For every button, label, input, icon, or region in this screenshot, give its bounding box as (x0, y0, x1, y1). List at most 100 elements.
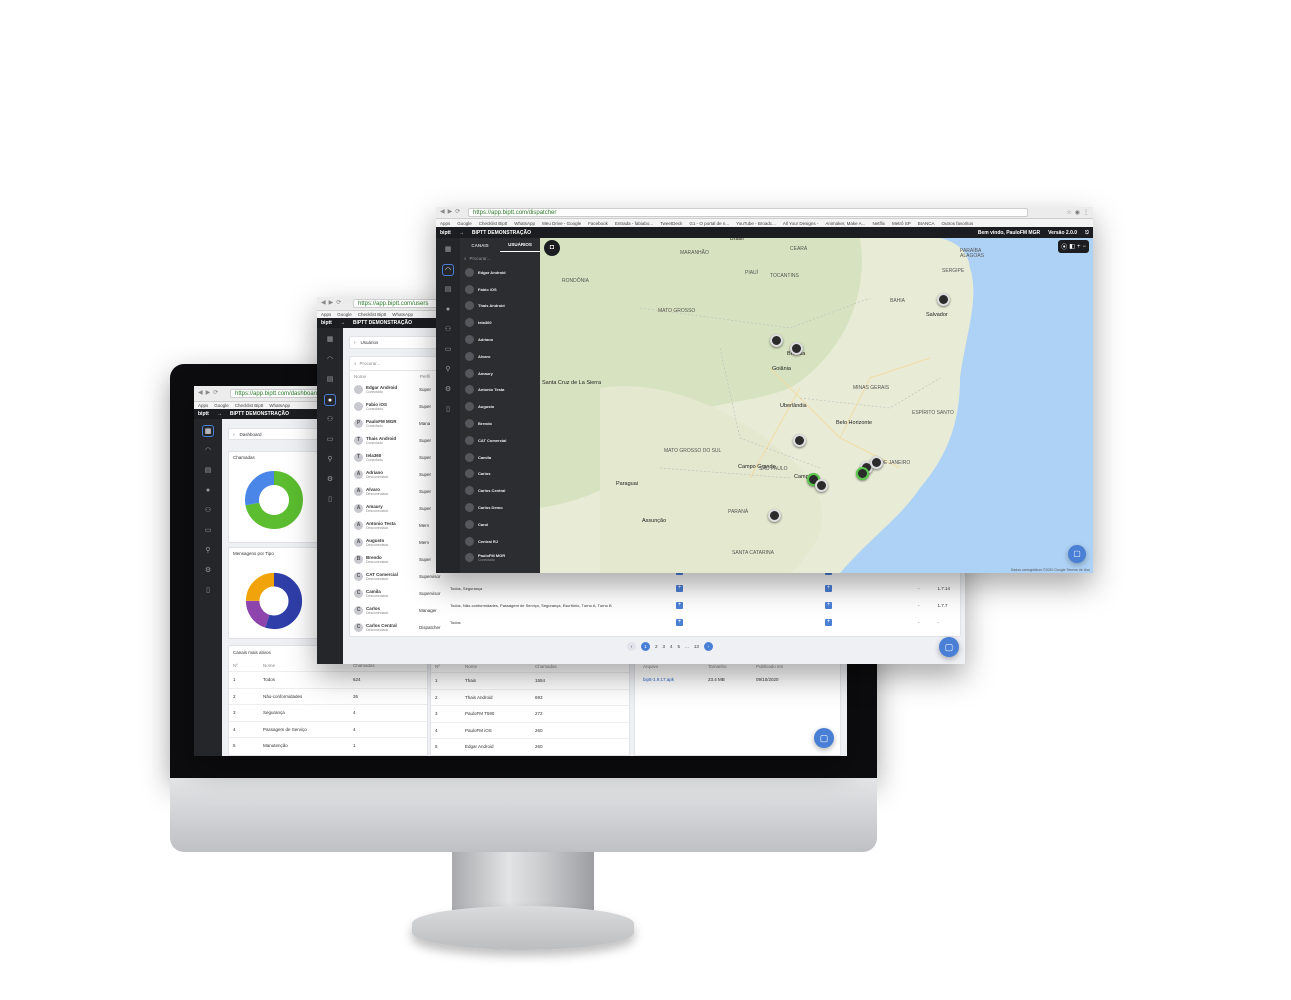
back-icon[interactable]: ◀ (321, 299, 326, 306)
user-icon[interactable]: ● (442, 304, 454, 316)
map-icon[interactable]: ▤ (324, 374, 336, 386)
map-icon[interactable]: ▤ (442, 284, 454, 296)
add-group-icon[interactable]: + (825, 602, 832, 609)
bookmark[interactable]: Netflix (872, 221, 885, 226)
bookmark[interactable]: TweetDeck (660, 221, 682, 226)
file-icon[interactable]: ▯ (202, 585, 214, 597)
page-number[interactable]: ... (685, 644, 689, 649)
bookmark[interactable]: Meu Drive - Google (542, 221, 581, 226)
gear-icon[interactable]: ⚙ (324, 474, 336, 486)
group-icon[interactable]: ⚇ (442, 324, 454, 336)
bookmark[interactable]: Checklist Biptt (358, 312, 387, 317)
bookmark[interactable]: WhatsApp (514, 221, 535, 226)
tab-channels[interactable]: CANAIS (460, 243, 500, 248)
add-channel-icon[interactable]: + (676, 585, 683, 592)
dispatcher-user[interactable]: Antonio Testa (460, 382, 540, 399)
gear-icon[interactable]: ⚙ (442, 384, 454, 396)
page-number[interactable]: 5 (678, 644, 681, 649)
map-pin-icon[interactable] (770, 334, 783, 347)
next-page-icon[interactable]: › (703, 642, 713, 651)
bookmark[interactable]: G1 - O portal de n... (689, 221, 729, 226)
dashboard-icon[interactable]: ▦ (202, 425, 214, 437)
reload-icon[interactable]: ⟳ (455, 208, 460, 215)
location-icon[interactable]: ⚲ (202, 545, 214, 557)
page-number[interactable]: 13 (694, 644, 699, 649)
page-number[interactable]: 3 (663, 644, 666, 649)
logout-icon[interactable]: ⎋ (1085, 230, 1089, 236)
page-number[interactable]: 4 (670, 644, 673, 649)
chat-bubble-icon[interactable]: ◘ (544, 240, 560, 256)
map-pin-icon[interactable] (856, 467, 869, 480)
dispatcher-user[interactable]: Carlos Central (460, 482, 540, 499)
gear-icon[interactable]: ⚙ (202, 565, 214, 577)
dispatcher-user[interactable]: Carlos Demo (460, 499, 540, 516)
page-number[interactable]: 1 (641, 642, 650, 651)
search-input[interactable]: Procurar... (360, 361, 381, 366)
tab-users[interactable]: USUÁRIOS (500, 239, 540, 252)
prev-page-icon[interactable]: ‹ (627, 642, 636, 651)
address-bar[interactable]: https://app.biptt.com/dispatcher (468, 208, 1028, 217)
bookmark[interactable]: Apps (198, 403, 208, 408)
add-group-icon[interactable]: + (825, 619, 832, 626)
group-icon[interactable]: ⚇ (202, 505, 214, 517)
zoom-out-icon[interactable]: − (1082, 244, 1086, 250)
bookmark[interactable]: Apps (321, 312, 331, 317)
layers-icon[interactable]: ◧ (1069, 243, 1075, 250)
card-icon[interactable]: ▭ (202, 525, 214, 537)
file-link[interactable]: biptt-1.9.17.apk (643, 677, 708, 682)
headset-icon[interactable]: ◠ (324, 354, 336, 366)
bookmark[interactable]: YouTube - Broadc... (736, 221, 776, 226)
bookmark[interactable]: Apps (440, 221, 450, 226)
bookmark[interactable]: Checklist Biptt (235, 403, 264, 408)
location-icon[interactable]: ⚲ (324, 454, 336, 466)
map-pin-icon[interactable] (937, 293, 950, 306)
map-pin-icon[interactable] (815, 479, 828, 492)
back-icon[interactable]: ◀ (440, 208, 445, 215)
dispatcher-user[interactable]: Carol (460, 516, 540, 533)
dispatcher-user[interactable]: Adriano (460, 331, 540, 348)
dispatcher-user[interactable]: Alvaro (460, 348, 540, 365)
bookmark[interactable]: Google (214, 403, 229, 408)
add-channel-icon[interactable]: + (676, 619, 683, 626)
bookmark[interactable]: WhatsApp (269, 403, 290, 408)
dispatcher-user[interactable]: Augusto (460, 398, 540, 415)
headset-icon[interactable]: ◠ (442, 264, 454, 276)
user-icon[interactable]: ● (324, 394, 336, 406)
forward-icon[interactable]: ▶ (329, 299, 334, 306)
dispatcher-user[interactable]: Edgar Android (460, 264, 540, 281)
search-input[interactable]: Procurar... (470, 256, 491, 261)
map-pin-icon[interactable] (790, 342, 803, 355)
map-pin-icon[interactable] (870, 456, 883, 469)
dispatcher-user[interactable]: CAT Comercial (460, 432, 540, 449)
forward-icon[interactable]: ▶ (448, 208, 453, 215)
file-icon[interactable]: ▯ (442, 404, 454, 416)
add-group-icon[interactable]: + (825, 585, 832, 592)
dispatcher-user[interactable]: tela360 (460, 314, 540, 331)
record-icon[interactable]: ⦿ (1061, 242, 1067, 251)
bookmark[interactable]: Checklist Biptt (479, 221, 508, 226)
dispatcher-user[interactable]: Carlos (460, 466, 540, 483)
menu-icon[interactable]: ⋮ (1083, 209, 1089, 216)
bookmark[interactable]: Entrada - fabiabo... (615, 221, 653, 226)
chat-fab-icon[interactable]: ▢ (814, 728, 834, 748)
bookmark[interactable]: Animaker, Make A... (825, 221, 865, 226)
dispatcher-user[interactable]: Fabio iOS (460, 281, 540, 298)
map-icon[interactable]: ▤ (202, 465, 214, 477)
reload-icon[interactable]: ⟳ (213, 389, 218, 396)
page-number[interactable]: 2 (655, 644, 658, 649)
map-view[interactable]: Brasil MARANHÃO CEARÁ PIAUÍ PARAÍBA ALAGOAS SE… (540, 238, 1093, 573)
dispatcher-search[interactable]: ⌕ Procurar... (460, 252, 540, 264)
extension-icon[interactable]: ◉ (1075, 209, 1080, 216)
dispatcher-user[interactable]: Camila (460, 449, 540, 466)
map-pin-icon[interactable] (768, 509, 781, 522)
user-icon[interactable]: ● (202, 485, 214, 497)
location-icon[interactable]: ⚲ (442, 364, 454, 376)
back-icon[interactable]: ◀ (198, 389, 203, 396)
dispatcher-user[interactable]: Brendo (460, 415, 540, 432)
bookmark[interactable]: Facebook (588, 221, 608, 226)
dashboard-icon[interactable]: ▦ (442, 244, 454, 256)
forward-icon[interactable]: ▶ (206, 389, 211, 396)
dispatcher-user[interactable]: Central RJ (460, 533, 540, 550)
file-icon[interactable]: ▯ (324, 494, 336, 506)
group-icon[interactable]: ⚇ (324, 414, 336, 426)
